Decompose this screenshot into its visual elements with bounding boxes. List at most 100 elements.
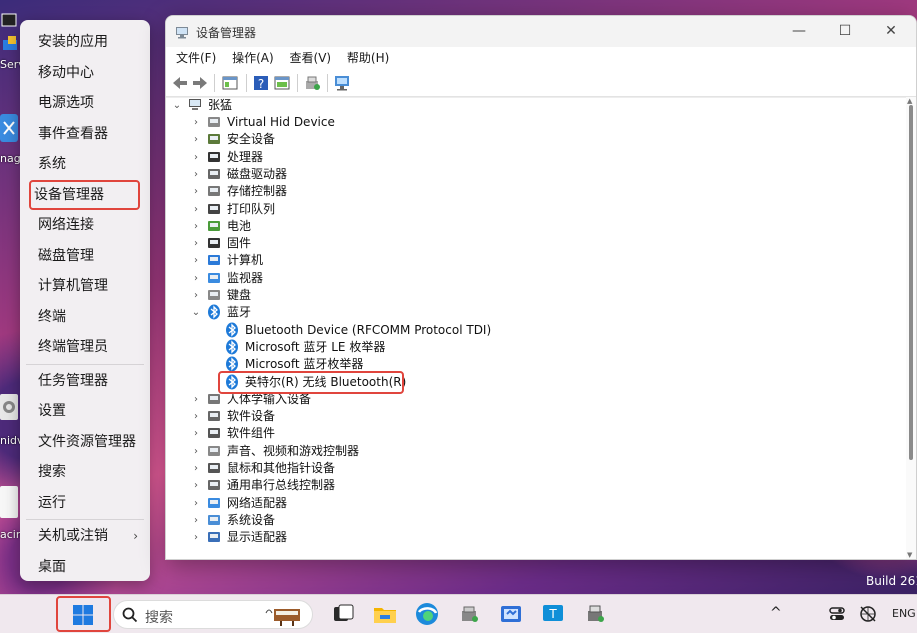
chevron-right-icon[interactable]: ›: [191, 201, 201, 218]
toolbar-separator: [214, 74, 215, 92]
tree-item-label: 电池: [227, 218, 252, 233]
tree-item-label: 存储控制器: [227, 184, 288, 199]
tree-category[interactable]: › Virtual Hid Device: [0, 114, 900, 131]
title-bar[interactable]: 设备管理器 — ☐ ✕: [166, 16, 916, 47]
chevron-right-icon[interactable]: ›: [191, 425, 201, 442]
maximize-button[interactable]: ☐: [822, 16, 868, 47]
menu-help[interactable]: 帮助(H): [341, 47, 395, 69]
tree-item-label: 软件设备: [227, 409, 276, 424]
scroll-down-icon[interactable]: ▼: [907, 551, 912, 559]
chevron-right-icon[interactable]: ›: [191, 512, 201, 529]
chevron-right-icon[interactable]: ›: [191, 166, 201, 183]
back-arrow-icon[interactable]: [170, 73, 190, 93]
tree-category[interactable]: › 声音、视频和游戏控制器: [0, 443, 900, 460]
tree-category[interactable]: › 显示适配器: [0, 529, 900, 546]
menu-file[interactable]: 文件(F): [170, 47, 222, 69]
chevron-right-icon[interactable]: ›: [191, 270, 201, 287]
desktop-icon-1[interactable]: [0, 12, 20, 55]
menu-view[interactable]: 查看(V): [284, 47, 338, 69]
remote-desktop-icon[interactable]: [498, 601, 524, 627]
file-explorer-icon[interactable]: [372, 601, 398, 627]
scroll-thumb[interactable]: [909, 105, 913, 460]
device-app-icon[interactable]: [456, 601, 482, 627]
chevron-right-icon[interactable]: ›: [191, 149, 201, 166]
scan-hardware-icon[interactable]: [332, 73, 352, 93]
tree-item-label: 蓝牙: [227, 305, 252, 320]
vertical-scrollbar[interactable]: ▲ ▼: [906, 97, 916, 559]
tree-category[interactable]: › 人体学输入设备: [0, 391, 900, 408]
chevron-right-icon[interactable]: ›: [191, 391, 201, 408]
tree-category[interactable]: › 计算机: [0, 252, 900, 269]
tree-device[interactable]: Microsoft 蓝牙枚举器: [0, 356, 900, 373]
tray-chevron-icon[interactable]: ^: [770, 605, 782, 621]
chevron-right-icon[interactable]: ›: [191, 114, 201, 131]
menu-item-mobility-center[interactable]: 移动中心: [24, 58, 146, 89]
tree-category[interactable]: › 系统设备: [0, 512, 900, 529]
chevron-right-icon[interactable]: ›: [191, 183, 201, 200]
menu-action[interactable]: 操作(A): [226, 47, 280, 69]
tree-item-label: Microsoft 蓝牙枚举器: [245, 357, 364, 372]
toggle-icon[interactable]: [828, 605, 846, 623]
language-indicator[interactable]: ENG: [892, 607, 916, 620]
disk-drive-icon: [206, 166, 222, 182]
tree-category[interactable]: › 安全设备: [0, 131, 900, 148]
taskbar-search-box[interactable]: 搜索: [113, 600, 313, 629]
tree-device[interactable]: Microsoft 蓝牙 LE 枚举器: [0, 339, 900, 356]
tree-item-label: 英特尔(R) 无线 Bluetooth(R): [245, 374, 407, 389]
chevron-right-icon[interactable]: ›: [191, 460, 201, 477]
tree-category[interactable]: › 键盘: [0, 287, 900, 304]
computer-icon: [206, 252, 222, 268]
view-icon[interactable]: [272, 73, 292, 93]
bluetooth-icon: [206, 304, 222, 320]
tree-root-label: 张猛: [208, 98, 233, 112]
tree-category[interactable]: › 软件组件: [0, 425, 900, 442]
tree-category[interactable]: › 磁盘驱动器: [0, 166, 900, 183]
chevron-right-icon[interactable]: ›: [191, 443, 201, 460]
chevron-down-icon[interactable]: ⌄: [172, 97, 182, 114]
chevron-right-icon[interactable]: ›: [191, 287, 201, 304]
chevron-down-icon[interactable]: ⌄: [191, 304, 201, 321]
processor-icon: [206, 149, 222, 165]
tree-category[interactable]: › 处理器: [0, 149, 900, 166]
tree-category[interactable]: › 监视器: [0, 270, 900, 287]
tree-device[interactable]: 英特尔(R) 无线 Bluetooth(R): [0, 374, 900, 391]
menu-item-installed-apps[interactable]: 安装的应用: [24, 27, 146, 58]
tree-device[interactable]: Bluetooth Device (RFCOMM Protocol TDI): [0, 322, 900, 339]
tree-category[interactable]: › 网络适配器: [0, 495, 900, 512]
task-view-icon[interactable]: [330, 601, 356, 627]
tree-category[interactable]: › 电池: [0, 218, 900, 235]
activation-watermark-sub: 转到"设置: [853, 538, 903, 551]
update-driver-icon[interactable]: [302, 73, 322, 93]
mouse-icon: [206, 460, 222, 476]
scroll-up-icon[interactable]: ▲: [907, 97, 912, 105]
properties-icon[interactable]: [220, 73, 240, 93]
minimize-button[interactable]: —: [776, 16, 822, 47]
help-icon[interactable]: ?: [251, 73, 271, 93]
tree-category[interactable]: › 鼠标和其他指针设备: [0, 460, 900, 477]
chevron-right-icon[interactable]: ›: [191, 235, 201, 252]
network-off-icon[interactable]: [858, 604, 878, 624]
edge-browser-icon[interactable]: [414, 601, 440, 627]
chevron-right-icon[interactable]: ›: [191, 131, 201, 148]
quick-assist-icon[interactable]: T: [540, 601, 566, 627]
chevron-right-icon[interactable]: ›: [191, 495, 201, 512]
tree-category[interactable]: › 软件设备: [0, 408, 900, 425]
chevron-right-icon[interactable]: ›: [191, 252, 201, 269]
tree-category[interactable]: › 固件: [0, 235, 900, 252]
tree-root[interactable]: ⌄ 张猛: [172, 97, 372, 114]
tree-category[interactable]: › 打印队列: [0, 201, 900, 218]
menu-item-desktop[interactable]: 桌面: [24, 552, 146, 583]
close-button[interactable]: ✕: [868, 16, 914, 47]
device-manager-taskbar-icon[interactable]: [582, 601, 608, 627]
chevron-right-icon[interactable]: ›: [191, 218, 201, 235]
chevron-right-icon[interactable]: ›: [191, 529, 201, 546]
tree-category[interactable]: › 存储控制器: [0, 183, 900, 200]
chevron-right-icon[interactable]: ›: [191, 408, 201, 425]
tree-item-label: 监视器: [227, 270, 264, 285]
chevron-right-icon[interactable]: ›: [191, 477, 201, 494]
forward-arrow-icon[interactable]: [190, 73, 210, 93]
tree-category[interactable]: › 通用串行总线控制器: [0, 477, 900, 494]
tree-category[interactable]: ⌄ 蓝牙: [0, 304, 900, 321]
tree-item-label: 显示适配器: [227, 530, 288, 545]
svg-text:?: ?: [258, 77, 264, 91]
